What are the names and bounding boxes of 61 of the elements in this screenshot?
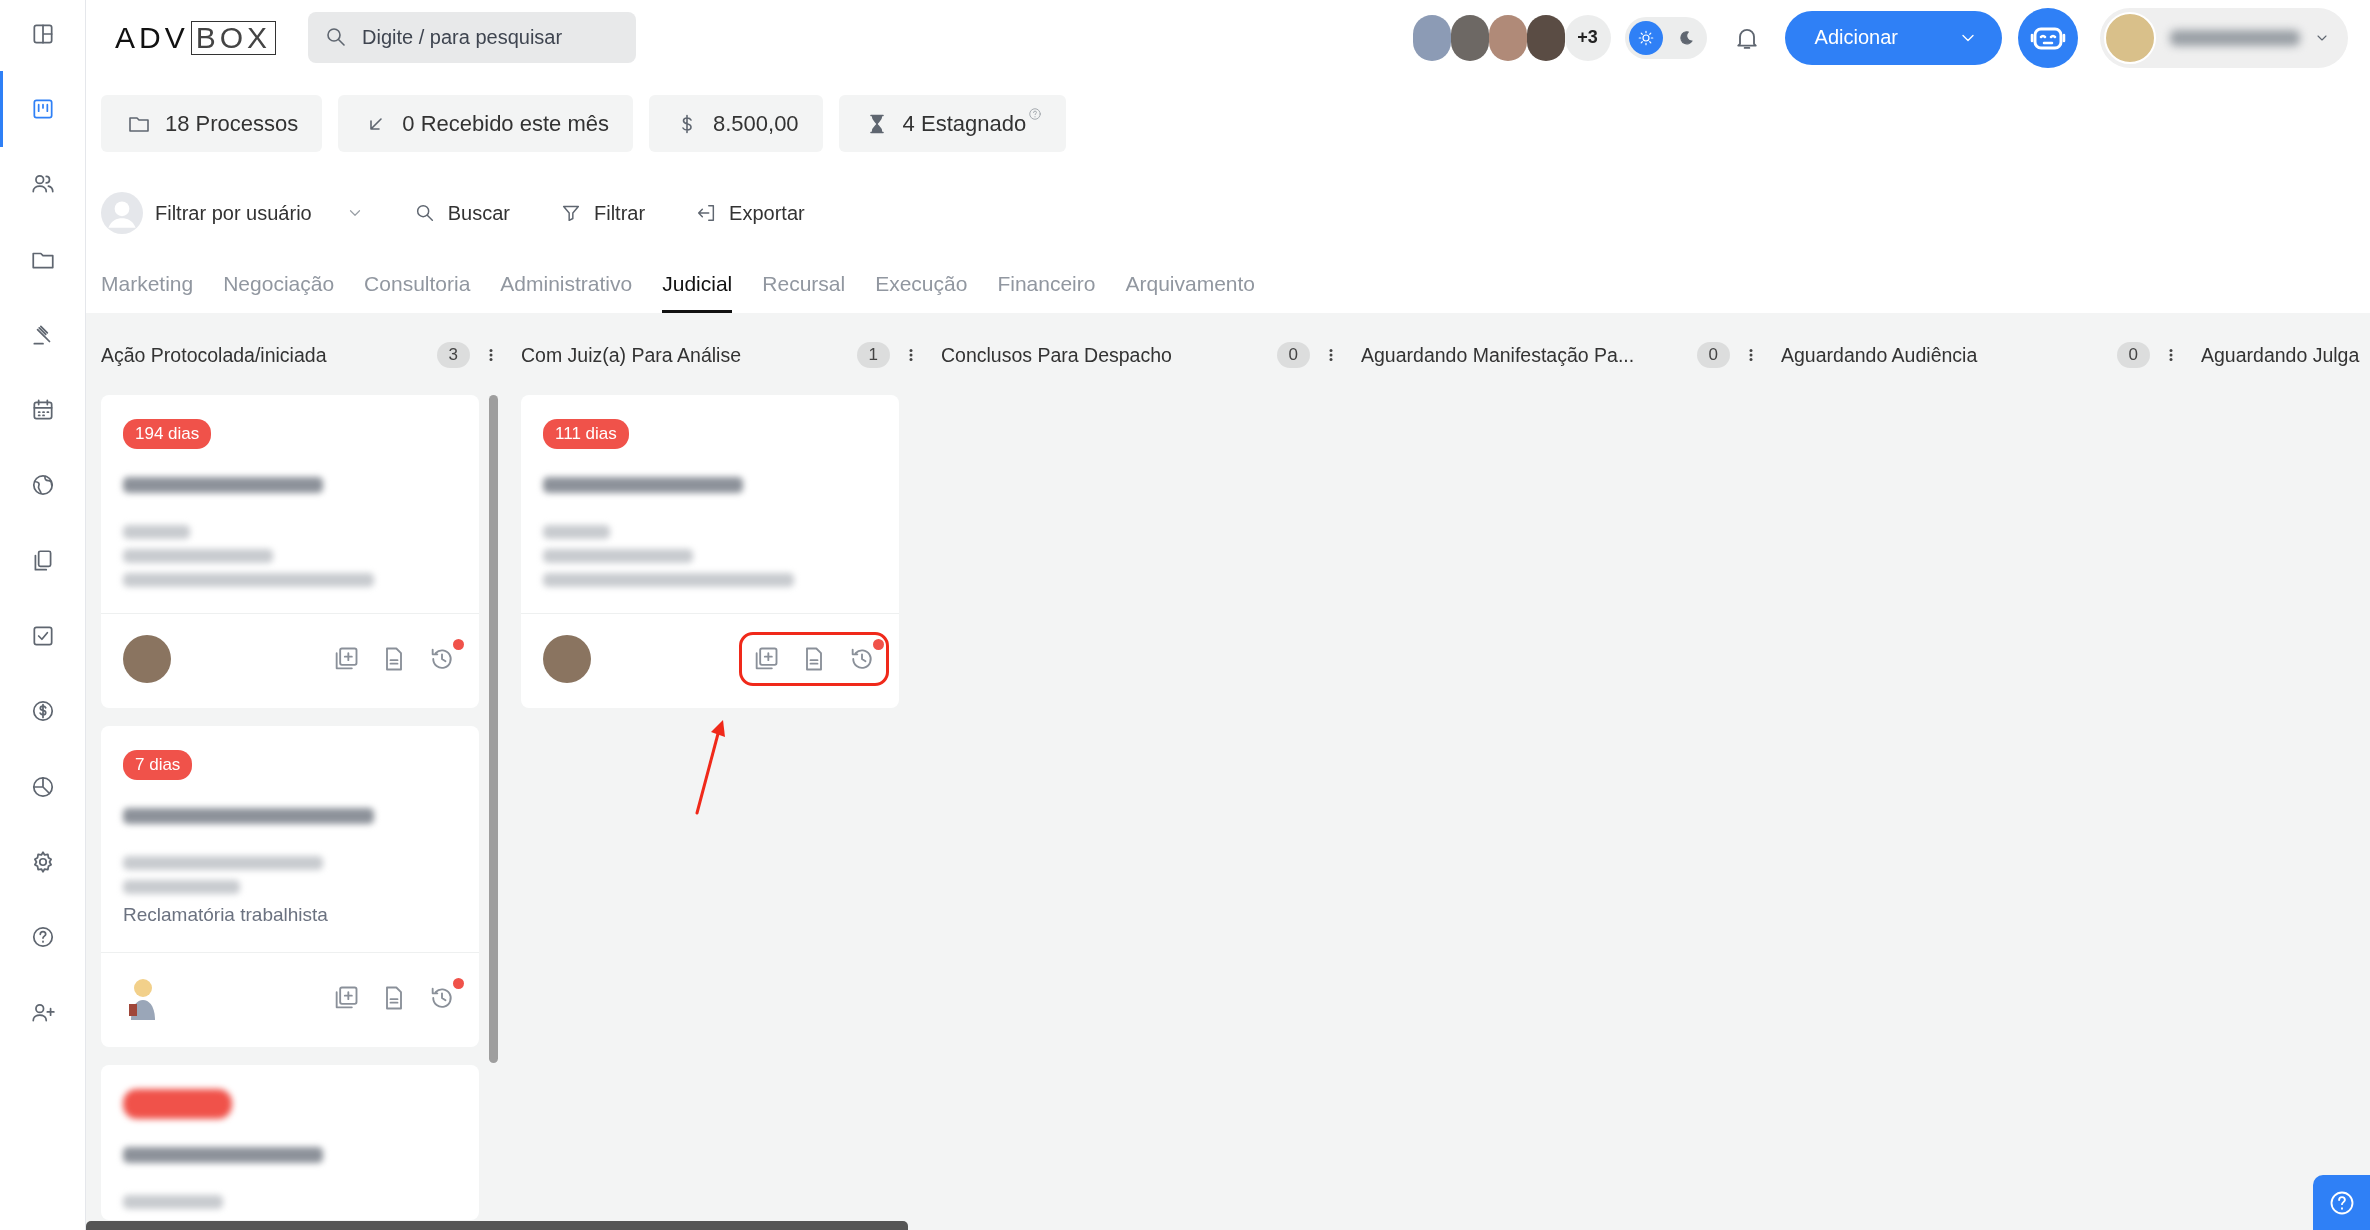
blurred-text <box>543 525 610 539</box>
sun-icon <box>1636 28 1655 47</box>
stat-label: 4 Estagnado <box>902 110 1027 137</box>
stat-card[interactable]: 8.500,00 <box>648 95 823 152</box>
scrollbar[interactable] <box>489 395 498 1063</box>
more-options-icon[interactable] <box>488 346 494 364</box>
search-field[interactable]: Digite / para pesquisar <box>308 12 637 63</box>
column-title: Ação Protocolada/iniciada <box>101 343 328 367</box>
column-title: Aguardando Audiência <box>1781 343 1979 367</box>
user-filter-dropdown[interactable]: Filtrar por usuário <box>101 192 364 234</box>
count-badge: 3 <box>436 342 470 368</box>
days-badge: 7 dias <box>123 750 193 780</box>
more-options-icon[interactable] <box>1328 346 1334 364</box>
stat-card[interactable]: 4 Estagnado <box>838 95 1067 152</box>
days-badge: 111 dias <box>543 419 629 449</box>
help-icon[interactable] <box>1028 107 1043 121</box>
help-button[interactable] <box>2313 1175 2370 1230</box>
avatar <box>543 635 591 683</box>
days-badge: 194 dias <box>123 419 212 449</box>
filter-button[interactable]: Filtrar <box>559 201 646 225</box>
stat-label: 18 Processos <box>165 110 299 137</box>
theme-toggle[interactable] <box>1624 16 1707 59</box>
more-options-icon[interactable] <box>908 346 914 364</box>
column-title: Conclusos Para Despacho <box>941 343 1173 367</box>
scrollbar[interactable] <box>86 1221 908 1230</box>
avatar <box>123 635 171 683</box>
tab[interactable]: Consultoria <box>364 272 471 313</box>
add-button[interactable]: Adicionar <box>1784 10 2002 65</box>
case-card[interactable]: 194 dias <box>101 395 479 708</box>
avatar <box>2104 11 2156 64</box>
stat-card[interactable]: 18 Processos <box>101 95 323 152</box>
more-users-count[interactable]: +3 <box>1564 14 1611 61</box>
blurred-text <box>123 525 190 539</box>
tab[interactable]: Financeiro <box>997 272 1096 313</box>
tab[interactable]: Marketing <box>101 272 194 313</box>
more-options-icon[interactable] <box>2168 346 2174 364</box>
more-options-icon[interactable] <box>1748 346 1754 364</box>
count-badge: 0 <box>1696 342 1730 368</box>
count-badge: 0 <box>2116 342 2150 368</box>
count-badge: 0 <box>1276 342 1310 368</box>
case-card[interactable] <box>101 1065 479 1220</box>
tab[interactable]: Negociação <box>223 272 335 313</box>
stat-card[interactable]: 0 Recebido este mês <box>338 95 633 152</box>
column-title: Aguardando Julga <box>2201 343 2361 367</box>
tab[interactable]: Arquivamento <box>1125 272 1256 313</box>
column-title: Com Juiz(a) Para Análise <box>521 343 742 367</box>
search-button[interactable]: Buscar <box>413 201 510 225</box>
tab[interactable]: Administrativo <box>500 272 633 313</box>
stat-label: 8.500,00 <box>712 110 799 137</box>
user-silhouette-icon <box>101 192 143 234</box>
tab[interactable]: Recursal <box>762 272 846 313</box>
export-button[interactable]: Exportar <box>695 201 805 225</box>
avatar[interactable] <box>1526 14 1565 61</box>
case-card[interactable]: 7 dias Reclamatória trabalhista <box>101 726 479 1047</box>
column-title: Aguardando Manifestação Pa... <box>1361 343 1636 367</box>
stat-label: 0 Recebido este mês <box>402 110 609 137</box>
case-type-text: Reclamatória trabalhista <box>123 904 328 926</box>
tab[interactable]: Execução <box>875 272 968 313</box>
logo: ADV BOX <box>115 20 277 55</box>
avatar[interactable] <box>1450 14 1489 61</box>
count-badge: 1 <box>856 342 890 368</box>
